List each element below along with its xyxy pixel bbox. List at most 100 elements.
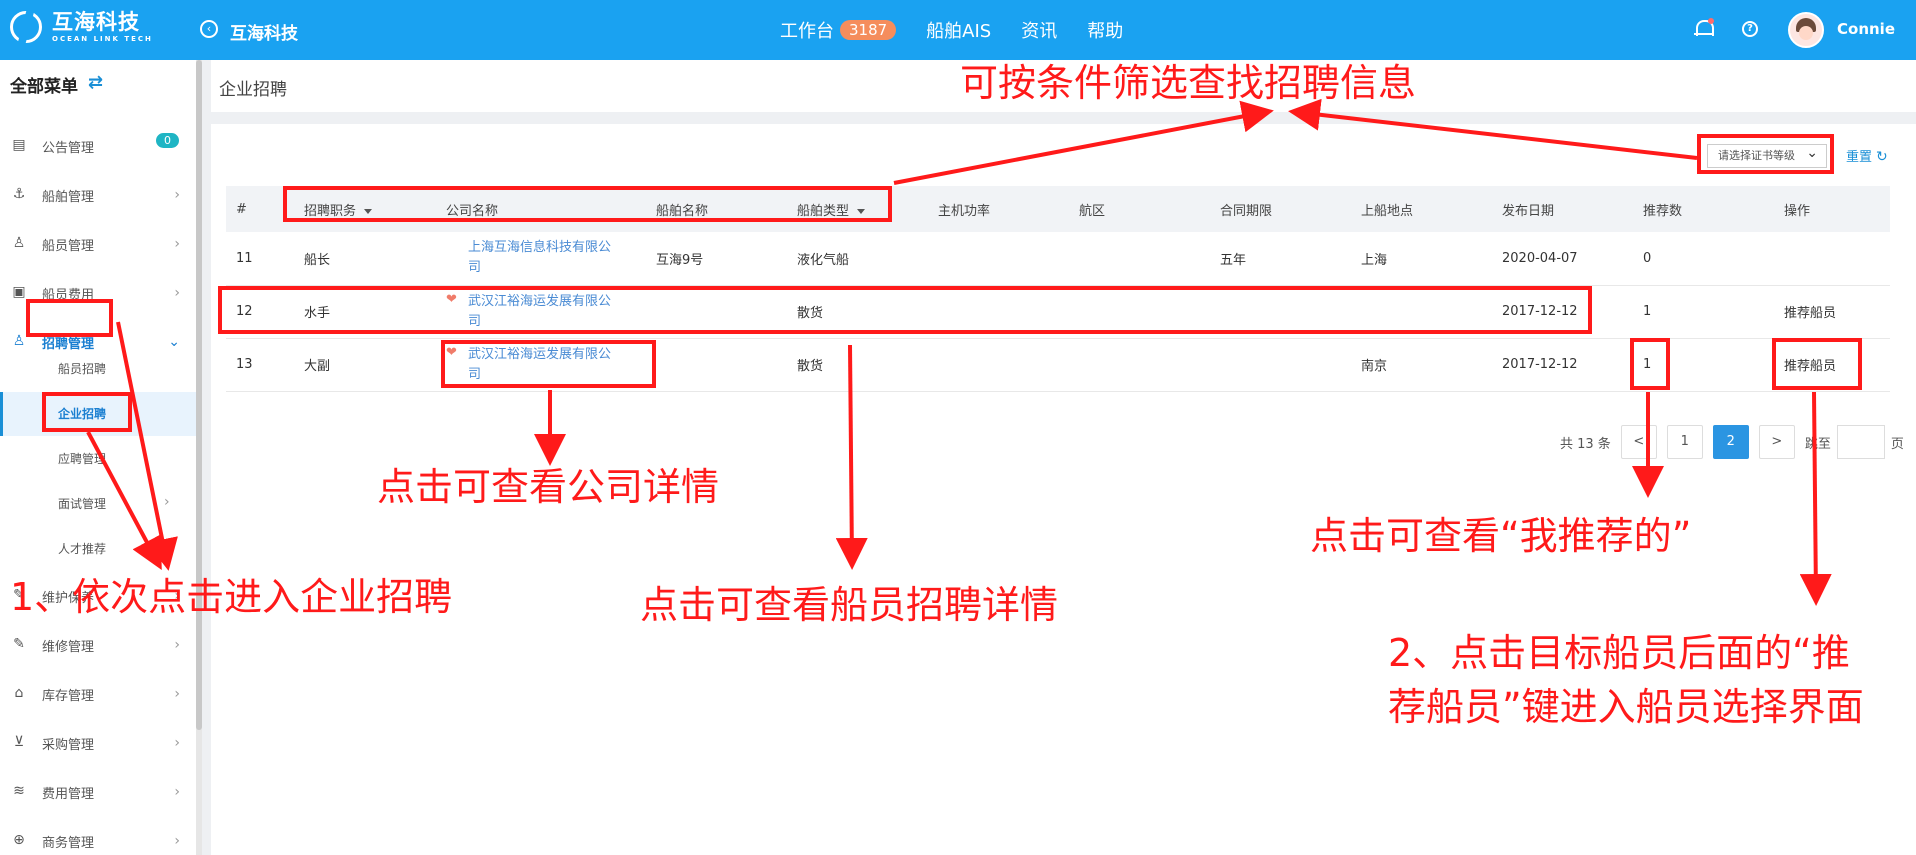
sidebar-item-ships[interactable]: ⚓ 船舶管理 › <box>0 175 196 215</box>
nav-help[interactable]: 帮助 <box>1087 17 1123 43</box>
row-location: 南京 <box>1351 338 1492 392</box>
row-ship: 互海9号 <box>646 232 787 286</box>
table-row[interactable]: 11 船长 上海互海信息科技有限公司 互海9号 液化气船 五年 上海 2020-… <box>226 232 1890 286</box>
sidebar-item-label: 库存管理 <box>42 688 95 704</box>
col-actions: 操作 <box>1784 203 1811 219</box>
annotation-my-recommend-text: 点击可查看“我推荐的” <box>1310 514 1692 558</box>
nav-ship-ais[interactable]: 船舶AIS <box>926 17 991 43</box>
row-action <box>1774 232 1890 286</box>
sidebar-subitem-applications[interactable]: 应聘管理 <box>0 437 196 481</box>
chevron-right-icon: › <box>174 285 180 301</box>
chevron-right-icon: › <box>174 637 180 653</box>
top-bar: 互海科技 OCEAN LINK TECH ‹ 互海科技 工作台 3187 船舶A… <box>0 0 1916 60</box>
user-name[interactable]: Connie <box>1837 20 1895 38</box>
annotation-box-select <box>1697 134 1834 174</box>
row-recommend-count: 0 <box>1633 232 1774 286</box>
notification-dot <box>1708 18 1714 24</box>
sidebar-item-label: 公告管理 <box>42 140 95 156</box>
row-term <box>1210 338 1351 392</box>
next-page-button[interactable]: > <box>1758 425 1795 459</box>
annotation-step2-line1: 2、点击目标船员后面的“推 <box>1388 631 1850 675</box>
globe-icon: ⊕ <box>13 832 25 848</box>
prev-page-button[interactable]: < <box>1620 425 1657 459</box>
sidebar-item-label: 船舶管理 <box>42 189 95 205</box>
sidebar-item-label: 采购管理 <box>42 737 95 753</box>
annotation-box-filters <box>283 186 892 222</box>
chevron-right-icon: › <box>174 735 180 751</box>
sidebar-subitem-crew-recruit[interactable]: 船员招聘 <box>0 347 196 391</box>
sidebar-subitem-talent[interactable]: 人才推荐 <box>0 527 196 571</box>
row-area <box>1069 338 1210 392</box>
person-icon: ♙ <box>12 235 26 251</box>
sidebar-item-notice[interactable]: ▤ 公告管理 0 <box>0 126 196 166</box>
page-1-button[interactable]: 1 <box>1666 425 1703 459</box>
annotation-box-company <box>441 340 656 388</box>
sidebar-item-label: 船员管理 <box>42 238 95 254</box>
annotation-step2-line2: 荐船员”键进入船员选择界面 <box>1388 685 1864 729</box>
notice-count-badge: 0 <box>156 133 179 148</box>
row-position[interactable]: 船长 <box>294 232 436 286</box>
swap-icon[interactable]: ⇄ <box>88 72 103 93</box>
back-label[interactable]: 互海科技 <box>230 19 298 44</box>
row-location: 上海 <box>1351 232 1492 286</box>
avatar[interactable] <box>1788 12 1824 48</box>
page-2-button[interactable]: 2 <box>1712 425 1749 459</box>
reset-label: 重置 <box>1846 150 1873 165</box>
nav-news[interactable]: 资讯 <box>1021 17 1057 43</box>
jump-label: 跳至 <box>1804 436 1831 452</box>
annotation-box-recommend-button <box>1772 338 1862 390</box>
annotation-box-row <box>218 286 1592 334</box>
sidebar-item-label: 费用管理 <box>42 786 95 802</box>
top-nav: 工作台 3187 船舶AIS 资讯 帮助 <box>780 17 1153 43</box>
book-icon: ▤ <box>12 137 26 153</box>
chevron-right-icon: › <box>174 236 180 252</box>
reset-button[interactable]: 重置 ↻ <box>1846 146 1888 165</box>
chevron-right-icon: › <box>164 494 170 510</box>
col-publish-date: 发布日期 <box>1502 203 1555 219</box>
sidebar-item-repair[interactable]: ✎ 维修管理 › <box>0 625 196 665</box>
annotation-filter-text: 可按条件筛选查找招聘信息 <box>960 61 1417 105</box>
sidebar-item-business[interactable]: ⊕ 商务管理 › <box>0 821 196 855</box>
recommend-crew-button[interactable]: 推荐船员 <box>1774 285 1890 339</box>
sidebar-scrollbar-thumb[interactable] <box>196 60 202 730</box>
refresh-icon: ↻ <box>1876 149 1888 165</box>
col-contract-term: 合同期限 <box>1220 203 1273 219</box>
sidebar-item-expenses[interactable]: ≋ 费用管理 › <box>0 772 196 812</box>
row-company[interactable]: 上海互海信息科技有限公司 <box>436 232 646 286</box>
row-ship <box>646 338 787 392</box>
row-recommend-count-link[interactable]: 1 <box>1633 285 1774 339</box>
row-no: 11 <box>226 232 294 286</box>
logo-tagline: OCEAN LINK TECH <box>52 34 153 43</box>
back-icon[interactable]: ‹ <box>200 20 218 38</box>
col-boarding-location: 上船地点 <box>1361 203 1414 219</box>
chevron-right-icon: › <box>174 187 180 203</box>
annotation-step1-text: 1、依次点击进入企业招聘 <box>10 575 453 619</box>
sidebar-item-label: 商务管理 <box>42 835 95 851</box>
col-recommend-count: 推荐数 <box>1643 203 1683 219</box>
sidebar-item-crew[interactable]: ♙ 船员管理 › <box>0 224 196 264</box>
page-unit-label: 页 <box>1890 436 1904 452</box>
company-link[interactable]: 上海互海信息科技有限公司 <box>468 238 623 278</box>
row-no: 13 <box>226 338 294 392</box>
nav-workbench[interactable]: 工作台 3187 <box>780 17 897 43</box>
nav-workbench-label: 工作台 <box>780 21 834 42</box>
sidebar-item-label: 维修管理 <box>42 639 95 655</box>
help-icon[interactable]: ? <box>1742 21 1758 37</box>
row-engine-power <box>928 232 1069 286</box>
row-date: 2017-12-12 <box>1492 338 1633 392</box>
row-date: 2020-04-07 <box>1492 232 1633 286</box>
house-icon: ⌂ <box>14 685 24 701</box>
total-count: 共 13 条 <box>1560 436 1611 452</box>
sidebar-item-purchasing[interactable]: ⊻ 采购管理 › <box>0 723 196 763</box>
anchor-icon: ⚓ <box>12 186 26 202</box>
sidebar: 全部菜单 ⇄ ▤ 公告管理 0 ⚓ 船舶管理 › ♙ 船员管理 › ▣ 船员费用… <box>0 60 196 855</box>
wrench-icon: ✎ <box>13 636 25 652</box>
row-term: 五年 <box>1210 232 1351 286</box>
col-area: 航区 <box>1079 203 1106 219</box>
chevron-right-icon: › <box>174 686 180 702</box>
annotation-box-recommend-count <box>1630 338 1670 390</box>
row-position[interactable]: 大副 <box>294 338 436 392</box>
logo[interactable]: 互海科技 OCEAN LINK TECH <box>10 11 153 43</box>
jump-page-input[interactable] <box>1836 425 1885 459</box>
sidebar-item-inventory[interactable]: ⌂ 库存管理 › <box>0 674 196 714</box>
